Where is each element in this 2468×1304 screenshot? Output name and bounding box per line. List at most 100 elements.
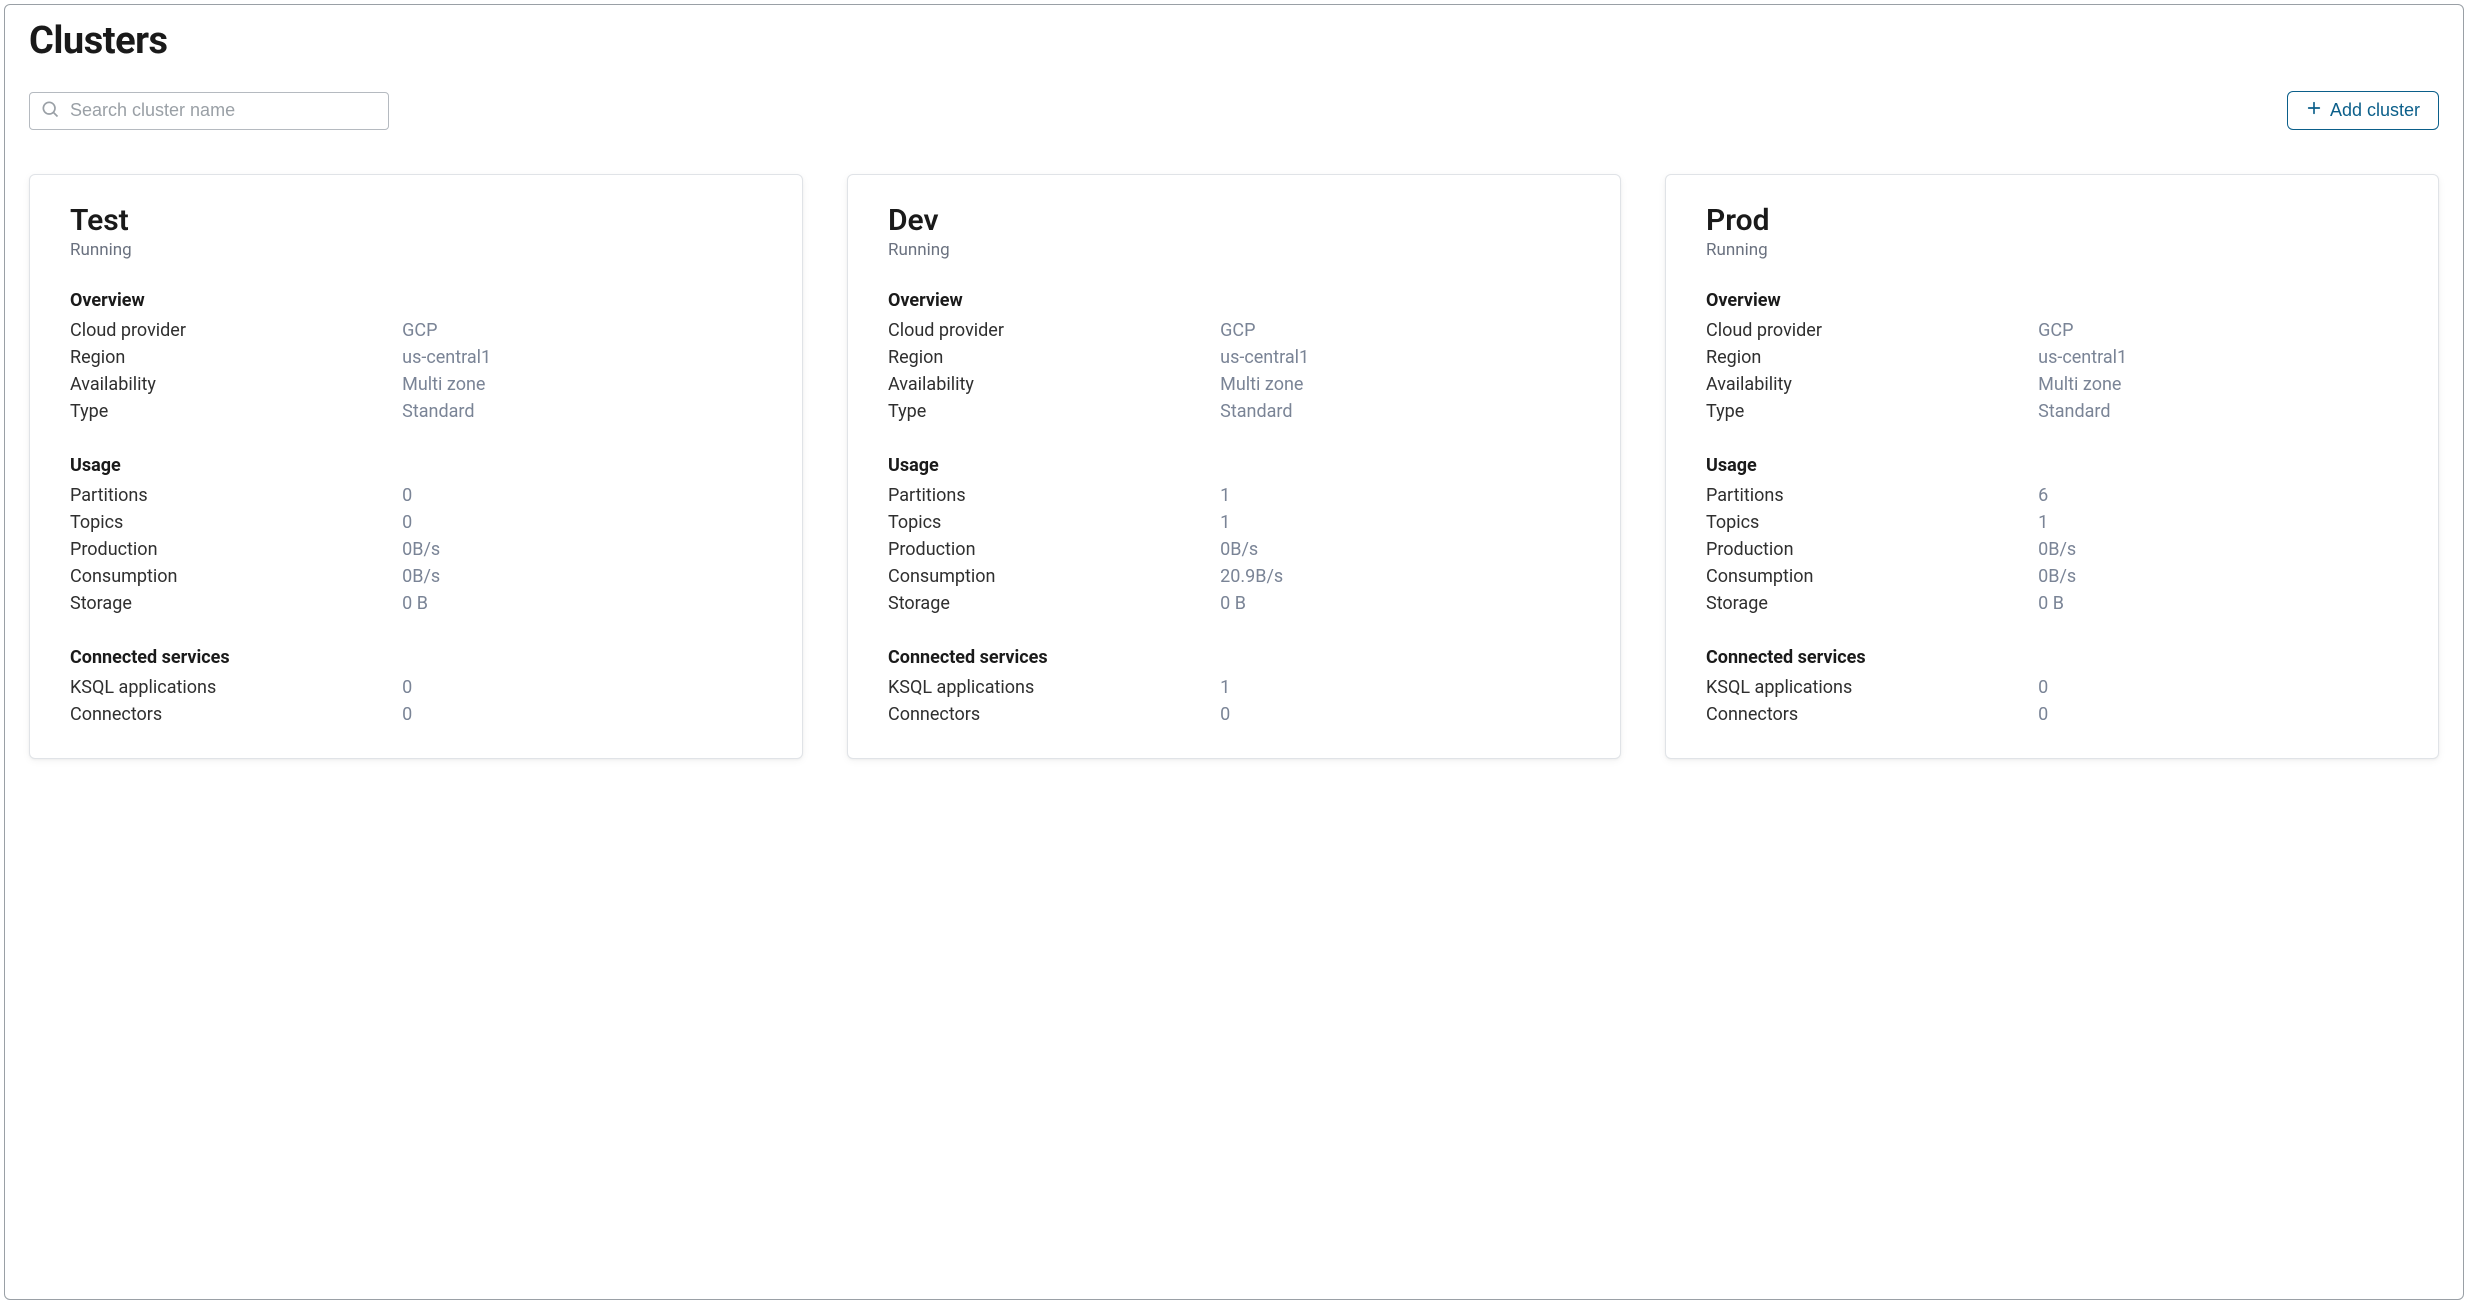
cluster-name: Dev	[888, 203, 1580, 238]
overview-row-cloud-provider: Cloud provider GCP	[888, 317, 1580, 344]
connected-services-heading: Connected services	[70, 647, 762, 668]
connected-services-heading: Connected services	[888, 647, 1580, 668]
value-region: us-central1	[402, 347, 762, 368]
overview-heading: Overview	[888, 290, 1580, 311]
value-connectors: 0	[1220, 704, 1580, 725]
value-region: us-central1	[1220, 347, 1580, 368]
label-topics: Topics	[1706, 512, 2038, 533]
usage-heading: Usage	[888, 455, 1580, 476]
connected-services-heading: Connected services	[1706, 647, 2398, 668]
label-connectors: Connectors	[70, 704, 402, 725]
cluster-name: Test	[70, 203, 762, 238]
overview-row-type: Type Standard	[888, 398, 1580, 425]
label-consumption: Consumption	[1706, 566, 2038, 587]
search-field-wrapper[interactable]	[29, 92, 389, 130]
overview-row-cloud-provider: Cloud provider GCP	[70, 317, 762, 344]
cluster-status: Running	[1706, 240, 2398, 260]
overview-row-region: Region us-central1	[1706, 344, 2398, 371]
cs-row-connectors: Connectors 0	[70, 701, 762, 728]
label-ksql-applications: KSQL applications	[70, 677, 402, 698]
label-production: Production	[1706, 539, 2038, 560]
cluster-card-test[interactable]: Test Running Overview Cloud provider GCP…	[29, 174, 803, 759]
value-type: Standard	[1220, 401, 1580, 422]
value-partitions: 1	[1220, 485, 1580, 506]
value-ksql-applications: 0	[402, 677, 762, 698]
value-topics: 0	[402, 512, 762, 533]
value-availability: Multi zone	[402, 374, 762, 395]
usage-section: Usage Partitions 0 Topics 0 Production 0…	[70, 455, 762, 617]
overview-row-type: Type Standard	[70, 398, 762, 425]
overview-row-availability: Availability Multi zone	[888, 371, 1580, 398]
value-partitions: 0	[402, 485, 762, 506]
value-cloud-provider: GCP	[1220, 320, 1580, 341]
usage-row-storage: Storage 0 B	[888, 590, 1580, 617]
label-storage: Storage	[1706, 593, 2038, 614]
overview-section: Overview Cloud provider GCP Region us-ce…	[888, 290, 1580, 425]
label-partitions: Partitions	[888, 485, 1220, 506]
label-availability: Availability	[888, 374, 1220, 395]
usage-row-storage: Storage 0 B	[1706, 590, 2398, 617]
plus-icon	[2306, 100, 2322, 121]
search-input[interactable]	[68, 99, 378, 122]
value-type: Standard	[2038, 401, 2398, 422]
toolbar: Add cluster	[29, 91, 2439, 130]
add-cluster-button[interactable]: Add cluster	[2287, 91, 2439, 130]
label-cloud-provider: Cloud provider	[888, 320, 1220, 341]
value-connectors: 0	[2038, 704, 2398, 725]
value-region: us-central1	[2038, 347, 2398, 368]
usage-row-partitions: Partitions 0	[70, 482, 762, 509]
value-production: 0B/s	[402, 539, 762, 560]
value-consumption: 0B/s	[402, 566, 762, 587]
value-storage: 0 B	[1220, 593, 1580, 614]
label-type: Type	[888, 401, 1220, 422]
value-topics: 1	[2038, 512, 2398, 533]
overview-row-availability: Availability Multi zone	[1706, 371, 2398, 398]
label-partitions: Partitions	[70, 485, 402, 506]
page-container: Clusters Add cluster Test Running	[4, 4, 2464, 1300]
label-production: Production	[70, 539, 402, 560]
value-ksql-applications: 1	[1220, 677, 1580, 698]
overview-heading: Overview	[1706, 290, 2398, 311]
value-availability: Multi zone	[1220, 374, 1580, 395]
label-partitions: Partitions	[1706, 485, 2038, 506]
overview-row-region: Region us-central1	[70, 344, 762, 371]
value-cloud-provider: GCP	[402, 320, 762, 341]
label-type: Type	[1706, 401, 2038, 422]
cluster-status: Running	[70, 240, 762, 260]
add-cluster-label: Add cluster	[2330, 100, 2420, 121]
value-topics: 1	[1220, 512, 1580, 533]
overview-heading: Overview	[70, 290, 762, 311]
usage-row-topics: Topics 1	[888, 509, 1580, 536]
label-topics: Topics	[70, 512, 402, 533]
label-consumption: Consumption	[888, 566, 1220, 587]
value-production: 0B/s	[1220, 539, 1580, 560]
value-production: 0B/s	[2038, 539, 2398, 560]
label-region: Region	[888, 347, 1220, 368]
overview-row-availability: Availability Multi zone	[70, 371, 762, 398]
value-consumption: 20.9B/s	[1220, 566, 1580, 587]
usage-heading: Usage	[1706, 455, 2398, 476]
label-connectors: Connectors	[888, 704, 1220, 725]
overview-row-type: Type Standard	[1706, 398, 2398, 425]
label-storage: Storage	[888, 593, 1220, 614]
value-type: Standard	[402, 401, 762, 422]
label-consumption: Consumption	[70, 566, 402, 587]
label-cloud-provider: Cloud provider	[1706, 320, 2038, 341]
value-connectors: 0	[402, 704, 762, 725]
value-cloud-provider: GCP	[2038, 320, 2398, 341]
usage-row-production: Production 0B/s	[70, 536, 762, 563]
usage-row-topics: Topics 1	[1706, 509, 2398, 536]
connected-services-section: Connected services KSQL applications 0 C…	[70, 647, 762, 728]
usage-row-topics: Topics 0	[70, 509, 762, 536]
search-icon	[40, 99, 60, 123]
cs-row-ksql: KSQL applications 1	[888, 674, 1580, 701]
usage-section: Usage Partitions 1 Topics 1 Production 0…	[888, 455, 1580, 617]
cluster-card-prod[interactable]: Prod Running Overview Cloud provider GCP…	[1665, 174, 2439, 759]
label-region: Region	[70, 347, 402, 368]
cluster-card-dev[interactable]: Dev Running Overview Cloud provider GCP …	[847, 174, 1621, 759]
usage-row-production: Production 0B/s	[1706, 536, 2398, 563]
overview-row-region: Region us-central1	[888, 344, 1580, 371]
value-storage: 0 B	[402, 593, 762, 614]
overview-row-cloud-provider: Cloud provider GCP	[1706, 317, 2398, 344]
value-consumption: 0B/s	[2038, 566, 2398, 587]
